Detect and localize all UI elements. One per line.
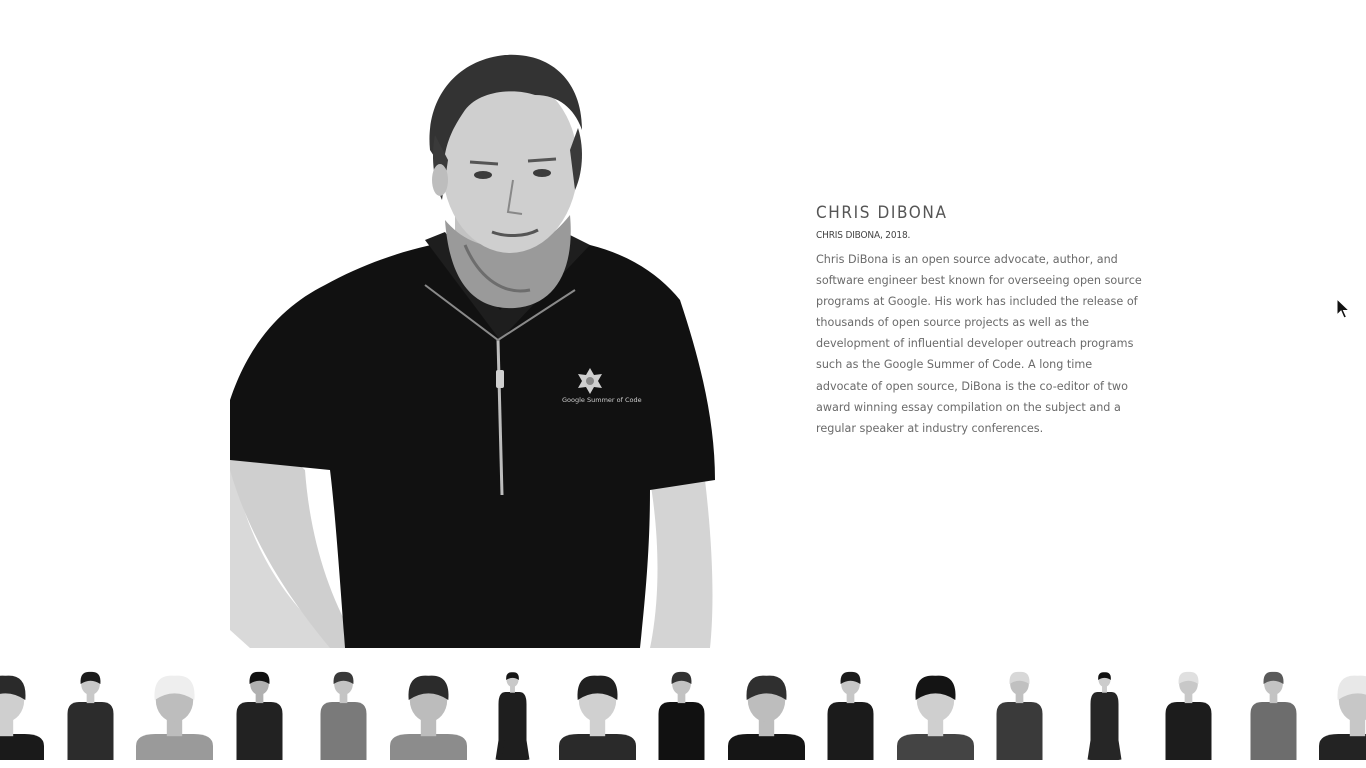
portrait-thumbnail[interactable] <box>0 664 44 760</box>
person-name-heading: CHRIS DIBONA <box>816 203 948 223</box>
portrait-thumbnail[interactable] <box>389 664 467 760</box>
page: Google Summer of Code CHRIS DIBONA CHRIS… <box>0 0 1366 768</box>
portrait-thumbnail[interactable] <box>1150 664 1227 760</box>
main-portrait-photo: Google Summer of Code <box>230 40 720 648</box>
portrait-thumbnail[interactable] <box>52 664 129 760</box>
portrait-thumbnail[interactable] <box>812 664 889 760</box>
portrait-thumbnail[interactable] <box>643 664 720 760</box>
shirt-logo-text: Google Summer of Code <box>562 396 642 404</box>
portrait-thumbnail[interactable] <box>896 664 974 760</box>
bio-panel: CHRIS DIBONA CHRIS DIBONA, 2018. Chris D… <box>816 200 1146 439</box>
mouse-cursor-icon <box>1336 297 1351 320</box>
portrait-thumbnail[interactable] <box>474 664 551 760</box>
bio-description: Chris DiBona is an open source advocate,… <box>816 253 1142 435</box>
portrait-thumbnail[interactable] <box>1235 664 1312 760</box>
portrait-thumbnail[interactable] <box>558 664 636 760</box>
photo-caption: CHRIS DIBONA, 2018. <box>816 230 911 241</box>
portrait-thumbnail[interactable] <box>1319 664 1366 760</box>
portrait-thumbnail-strip <box>0 664 1366 768</box>
portrait-thumbnail[interactable] <box>221 664 298 760</box>
portrait-thumbnail[interactable] <box>305 664 382 760</box>
portrait-thumbnail[interactable] <box>1066 664 1143 760</box>
portrait-thumbnail[interactable] <box>727 664 805 760</box>
portrait-thumbnail[interactable] <box>981 664 1058 760</box>
portrait-thumbnail[interactable] <box>136 664 213 760</box>
